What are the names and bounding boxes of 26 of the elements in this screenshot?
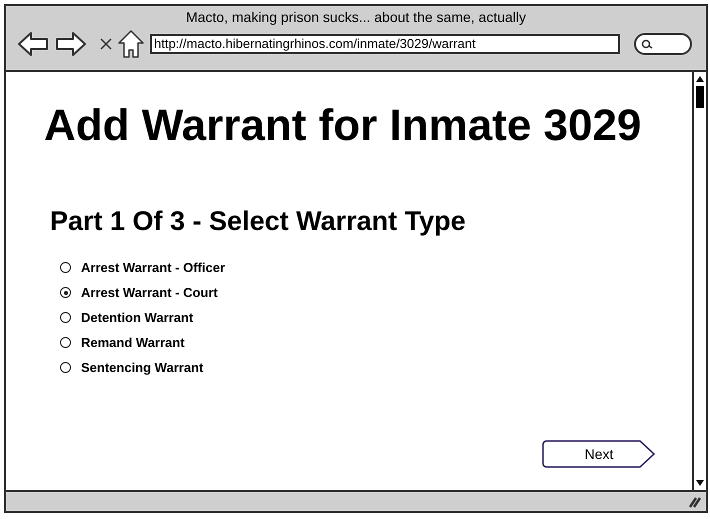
radio-button[interactable] bbox=[60, 287, 71, 298]
scrollbar[interactable] bbox=[692, 72, 706, 490]
radio-label: Remand Warrant bbox=[81, 334, 185, 352]
search-field[interactable] bbox=[634, 33, 692, 55]
forward-icon[interactable] bbox=[56, 31, 86, 57]
radio-button[interactable] bbox=[60, 312, 71, 323]
radio-label: Sentencing Warrant bbox=[81, 358, 204, 377]
close-icon[interactable] bbox=[100, 38, 112, 50]
radio-button[interactable] bbox=[60, 262, 71, 273]
page-heading: Add Warrant for Inmate 3029 bbox=[44, 102, 642, 150]
search-icon bbox=[641, 39, 653, 49]
section-heading: Part 1 Of 3 - Select Warrant Type bbox=[50, 206, 467, 236]
back-icon[interactable] bbox=[18, 31, 48, 57]
radio-label: Detention Warrant bbox=[81, 308, 194, 327]
radio-label: Arrest Warrant - Court bbox=[81, 284, 218, 302]
scroll-down-icon[interactable] bbox=[695, 478, 705, 488]
radio-button[interactable] bbox=[60, 362, 71, 373]
radio-label: Arrest Warrant - Officer bbox=[81, 258, 225, 277]
scroll-up-icon[interactable] bbox=[695, 74, 705, 84]
resize-grip-icon[interactable] bbox=[688, 496, 702, 508]
address-field[interactable]: http://macto.hibernatingrhinos.com/inmate/3029/warrant bbox=[150, 34, 620, 54]
next-button[interactable]: Next bbox=[542, 440, 656, 468]
radio-button[interactable] bbox=[60, 337, 71, 348]
window-title: Macto, making prison sucks... about the same, actually bbox=[186, 8, 526, 26]
scroll-thumb[interactable] bbox=[696, 86, 704, 108]
home-icon[interactable] bbox=[118, 30, 144, 58]
